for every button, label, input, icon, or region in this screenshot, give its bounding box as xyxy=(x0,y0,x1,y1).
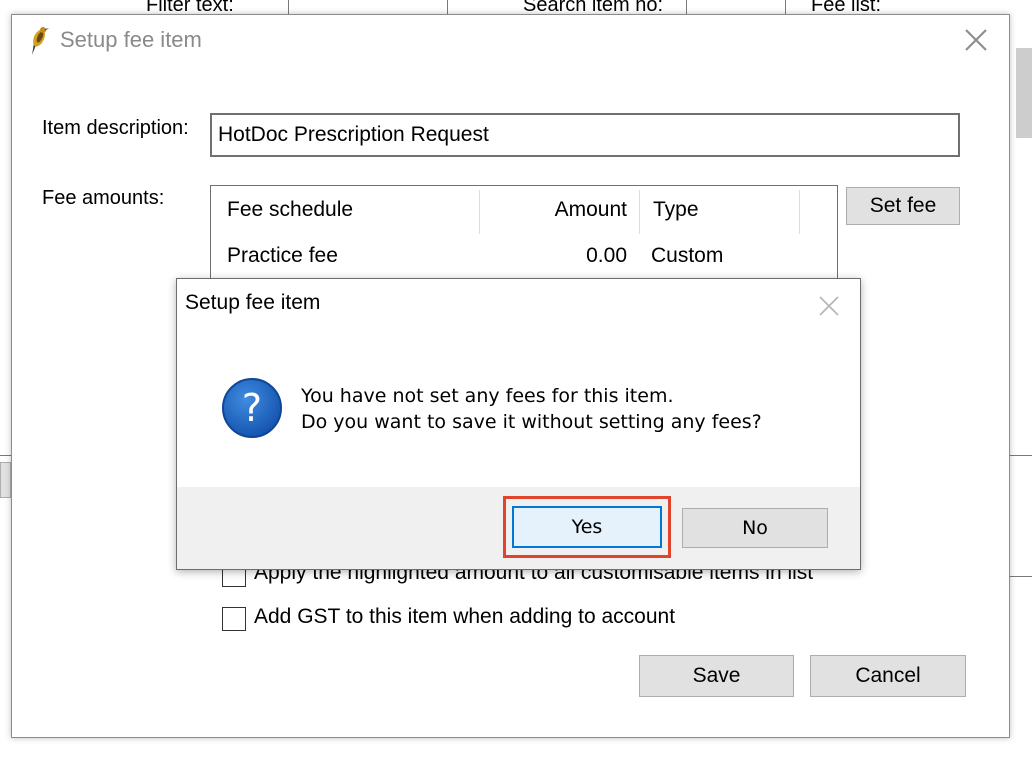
svg-text:?: ? xyxy=(242,386,262,430)
confirm-dialog-title: Setup fee item xyxy=(185,291,321,314)
add-gst-label: Add GST to this item when adding to acco… xyxy=(254,605,676,628)
cancel-button[interactable]: Cancel xyxy=(810,655,966,697)
close-icon[interactable] xyxy=(816,293,842,319)
set-fee-button[interactable]: Set fee xyxy=(846,187,960,225)
background-divider xyxy=(0,455,11,456)
column-header-fee-schedule[interactable]: Fee schedule xyxy=(227,186,353,234)
background-button-fragment xyxy=(0,462,11,498)
background-divider xyxy=(1010,455,1032,456)
confirm-message: You have not set any fees for this item.… xyxy=(301,383,762,435)
column-divider xyxy=(799,190,800,234)
confirm-message-line-1: You have not set any fees for this item. xyxy=(301,385,674,407)
save-button[interactable]: Save xyxy=(639,655,794,697)
column-divider xyxy=(639,190,640,234)
no-button[interactable]: No xyxy=(682,508,828,548)
column-header-type[interactable]: Type xyxy=(653,186,699,234)
yes-button[interactable]: Yes xyxy=(512,506,662,548)
add-gst-checkbox[interactable] xyxy=(222,607,246,631)
main-dialog-title: Setup fee item xyxy=(60,27,202,52)
background-scrollbar xyxy=(1016,48,1032,138)
close-icon[interactable] xyxy=(961,25,991,55)
fee-schedule-cell: Practice fee xyxy=(227,244,338,267)
column-header-amount[interactable]: Amount xyxy=(481,186,627,234)
bird-app-icon xyxy=(32,27,49,55)
column-divider xyxy=(479,190,480,234)
item-description-label: Item description: xyxy=(42,117,189,139)
item-description-input[interactable] xyxy=(210,113,960,157)
confirm-message-line-2: Do you want to save it without setting a… xyxy=(301,411,762,433)
amount-cell: 0.00 xyxy=(586,244,627,267)
question-icon: ? xyxy=(222,378,282,438)
type-cell: Custom xyxy=(651,244,724,267)
main-title-bar: Setup fee item xyxy=(12,15,1009,67)
confirm-button-bar: Yes No xyxy=(177,487,860,569)
confirm-save-dialog: Setup fee item ? You have not set any fe… xyxy=(176,278,861,570)
fee-amounts-label: Fee amounts: xyxy=(42,187,165,209)
background-divider xyxy=(1010,576,1032,577)
